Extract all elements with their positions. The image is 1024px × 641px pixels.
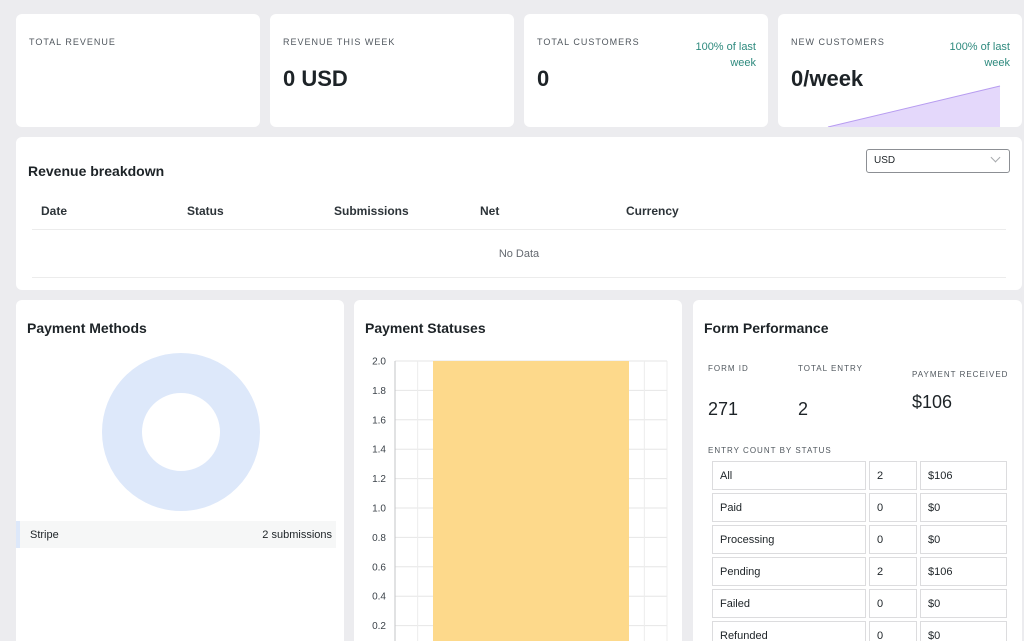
y-tick-label: 1.6 [372, 415, 386, 426]
bar-chart: 2.0 1.8 1.6 1.4 1.2 1.0 0.8 0.6 0.4 0.2 [372, 357, 668, 641]
payment-received-value: $106 [912, 392, 953, 412]
form-id-label: FORM ID [708, 364, 749, 373]
table-row: Paid 0 $0 [712, 493, 1007, 522]
y-tick-label: 1.8 [372, 386, 386, 397]
legend-count: 2 submissions [262, 529, 332, 541]
status-section-label: ENTRY COUNT BY STATUS [708, 446, 832, 455]
status-amount-cell: $106 [920, 557, 1007, 586]
empty-state: No Data [498, 248, 540, 260]
stat-label: TOTAL REVENUE [29, 37, 116, 47]
bar[interactable] [433, 361, 629, 641]
status-table: All 2 $106 Paid 0 $0 Processing 0 $0 Pending 2 $106… [709, 458, 1010, 641]
status-name-cell: Pending [712, 557, 866, 586]
stat-card-total-revenue: TOTAL REVENUE [16, 14, 260, 127]
stat-value: 0 USD [283, 66, 348, 91]
status-amount-cell: $0 [920, 589, 1007, 618]
status-count-cell: 2 [869, 557, 917, 586]
status-name-cell: Processing [712, 525, 866, 554]
y-tick-label: 1.2 [372, 474, 386, 485]
status-count-cell: 2 [869, 461, 917, 490]
table-row: Failed 0 $0 [712, 589, 1007, 618]
status-name-cell: All [712, 461, 866, 490]
table-row: Refunded 0 $0 [712, 621, 1007, 641]
status-amount-cell: $0 [920, 621, 1007, 641]
stat-card-new-customers: NEW CUSTOMERS 0/week 100% of last week [778, 14, 1022, 127]
status-count-cell: 0 [869, 493, 917, 522]
stat-label: REVENUE THIS WEEK [283, 37, 396, 47]
chevron-down-icon [990, 152, 1001, 163]
divider [32, 229, 1006, 230]
y-tick-label: 0.4 [372, 592, 386, 603]
form-performance-card: Form Performance FORM ID TOTAL ENTRY PAY… [693, 300, 1022, 641]
total-entry-label: TOTAL ENTRY [798, 364, 863, 373]
status-name-cell: Paid [712, 493, 866, 522]
section-title: Payment Methods [27, 320, 147, 336]
status-name-cell: Refunded [712, 621, 866, 641]
y-tick-label: 0.6 [372, 562, 386, 573]
donut-chart [102, 353, 260, 511]
y-tick-label: 1.0 [372, 504, 386, 515]
status-count-cell: 0 [869, 589, 917, 618]
total-entry-value: 2 [798, 399, 809, 419]
donut-slice-stripe [102, 353, 260, 511]
column-header-currency[interactable]: Currency [626, 204, 679, 218]
revenue-breakdown-card: Revenue breakdown USD Date Status Submis… [16, 137, 1022, 290]
payment-statuses-card: Payment Statuses 2.0 1.8 1.6 1.4 1.2 1.0 0.8 0.… [354, 300, 682, 641]
currency-select[interactable]: USD [866, 149, 1010, 173]
table-row: Pending 2 $106 [712, 557, 1007, 586]
y-tick-label: 0.2 [372, 621, 386, 632]
legend-item-stripe[interactable]: Stripe 2 submissions [16, 521, 336, 548]
column-header-status[interactable]: Status [187, 204, 224, 218]
status-count-cell: 0 [869, 621, 917, 641]
column-header-submissions[interactable]: Submissions [334, 204, 409, 218]
status-amount-cell: $106 [920, 461, 1007, 490]
form-id-value: 271 [708, 399, 739, 419]
stat-change: 100% of last week [695, 41, 756, 69]
sparkline-area [827, 85, 1001, 127]
status-amount-cell: $0 [920, 493, 1007, 522]
section-title: Revenue breakdown [28, 163, 165, 179]
currency-select-value: USD [874, 155, 896, 166]
stat-card-revenue-week: REVENUE THIS WEEK 0 USD [270, 14, 514, 127]
table-row: All 2 $106 [712, 461, 1007, 490]
column-header-date[interactable]: Date [41, 204, 67, 218]
status-name-cell: Failed [712, 589, 866, 618]
divider [32, 277, 1006, 278]
stat-card-total-customers: TOTAL CUSTOMERS 0 100% of last week [524, 14, 768, 127]
section-title: Form Performance [704, 320, 829, 336]
payment-methods-card: Payment Methods Stripe 2 submissions [16, 300, 344, 641]
stat-label: TOTAL CUSTOMERS [537, 37, 640, 47]
y-tick-label: 0.8 [372, 533, 386, 544]
column-header-net[interactable]: Net [480, 204, 499, 218]
status-count-cell: 0 [869, 525, 917, 554]
table-row: Processing 0 $0 [712, 525, 1007, 554]
status-amount-cell: $0 [920, 525, 1007, 554]
legend-name: Stripe [30, 529, 59, 541]
y-tick-label: 2.0 [372, 357, 386, 368]
stat-value: 0 [537, 66, 550, 91]
y-tick-label: 1.4 [372, 445, 386, 456]
payment-received-label: PAYMENT RECEIVED [912, 370, 1009, 379]
